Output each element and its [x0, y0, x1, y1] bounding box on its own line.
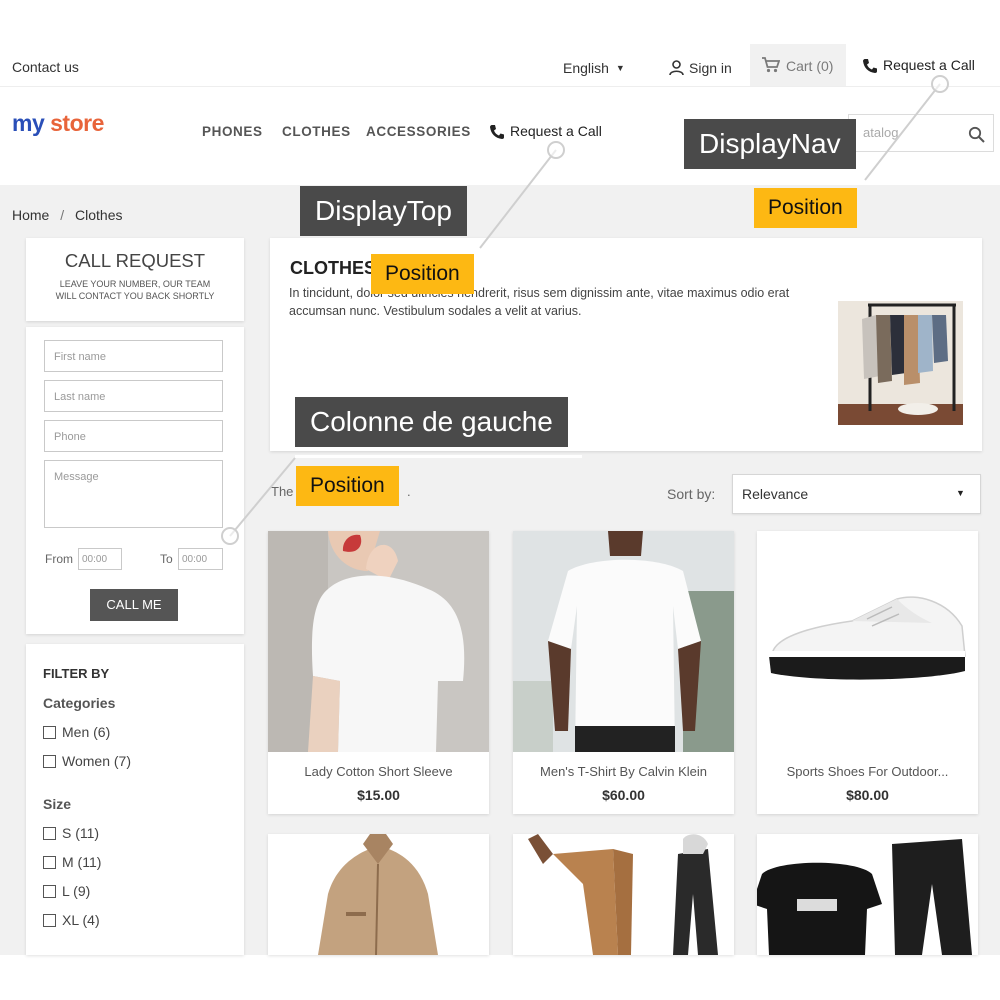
annotation-displaynav: DisplayNav	[684, 119, 856, 169]
annotation-underline	[300, 241, 481, 244]
annotation-displaytop: DisplayTop	[300, 186, 467, 236]
annotation-left-column: Colonne de gauche	[295, 397, 568, 447]
annotation-position-left: Position	[296, 466, 399, 506]
annotation-underline	[295, 455, 582, 458]
annotation-position-top: Position	[371, 254, 474, 294]
annotation-position-nav: Position	[754, 188, 857, 228]
annotation-underline	[684, 174, 865, 177]
